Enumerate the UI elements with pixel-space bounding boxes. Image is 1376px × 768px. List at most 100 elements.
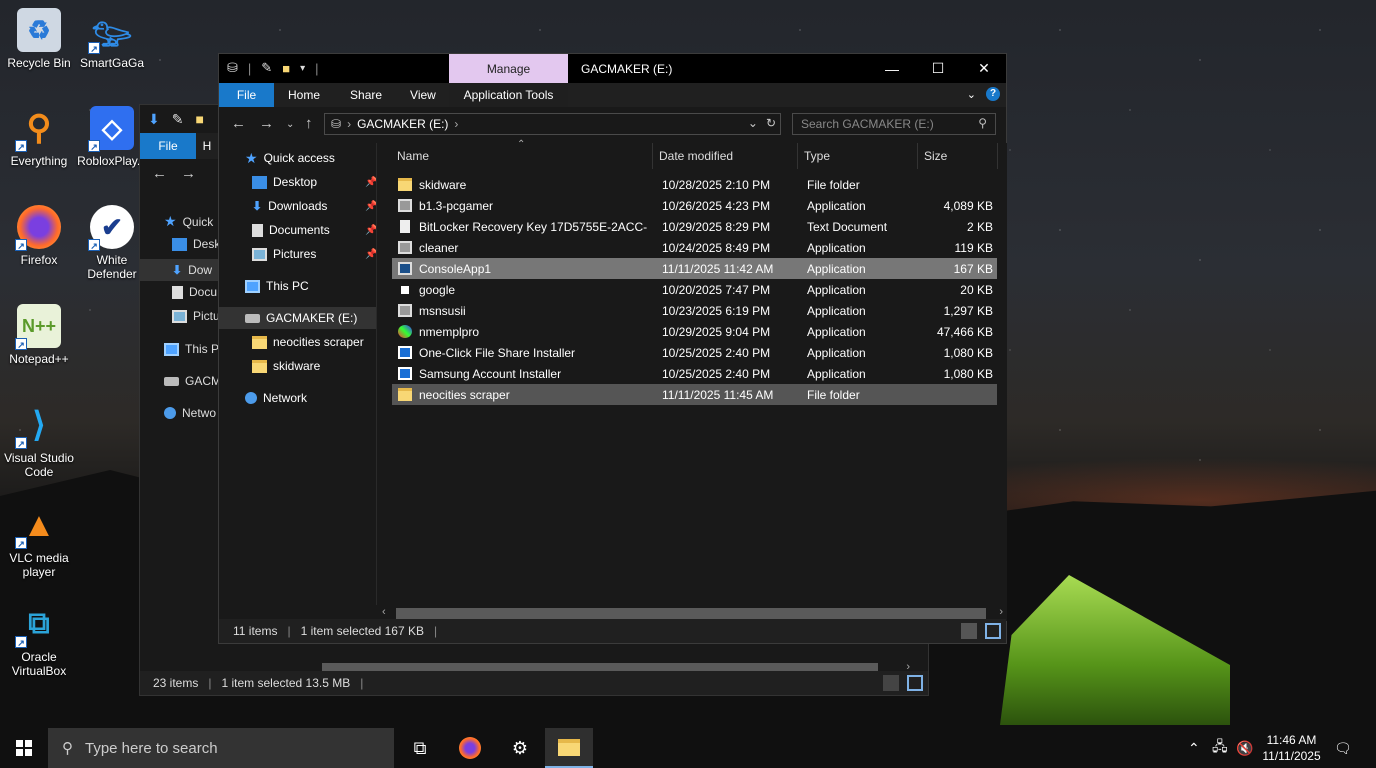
file-row-skidware[interactable]: skidware 10/28/2025 2:10 PM File folder <box>392 174 997 195</box>
details-view-icon[interactable] <box>883 675 899 691</box>
up-arrow-icon[interactable]: ↑ <box>305 115 313 132</box>
show-hidden-icons[interactable]: ⌃ <box>1188 728 1200 768</box>
installer-icon <box>398 367 412 380</box>
taskbar-search-box[interactable]: ⚲ Type here to search <box>48 728 394 768</box>
desktop-icon-vlc[interactable]: ▲ ↗ VLC media player <box>0 503 78 580</box>
clock-date: 11/11/2025 <box>1262 749 1321 763</box>
forward-arrow-icon[interactable]: → <box>181 165 196 182</box>
address-dropdown-icon[interactable]: ⌄ <box>748 116 758 130</box>
customize-toolbar-icon[interactable]: ▾ <box>300 63 305 74</box>
column-header-date[interactable]: Date modified <box>653 143 798 169</box>
file-row-one-click-installer[interactable]: One-Click File Share Installer 10/25/2025… <box>392 342 997 363</box>
scrollbar-thumb[interactable] <box>396 608 986 619</box>
desktop-icon-virtualbox[interactable]: ⧉ ↗ Oracle VirtualBox <box>0 602 78 678</box>
file-row-cleaner[interactable]: cleaner 10/24/2025 8:49 PM Application 119 … <box>392 237 997 258</box>
file-row-samsung-installer[interactable]: Samsung Account Installer 10/25/2025 2:40… <box>392 363 997 384</box>
nav-this-pc[interactable]: This PC <box>245 275 309 297</box>
details-view-icon[interactable] <box>961 623 977 639</box>
nav-label: Netwo <box>182 406 217 420</box>
tab-application-tools[interactable]: Application Tools <box>449 83 568 107</box>
new-folder-icon[interactable]: ■ <box>282 61 290 76</box>
recent-locations-icon[interactable]: ⌄ <box>286 119 294 130</box>
nav-documents[interactable]: Docu <box>172 285 217 299</box>
desktop-icon-recycle-bin[interactable]: ♻ Recycle Bin <box>0 8 78 70</box>
address-location[interactable]: GACMAKER (E:) <box>357 117 448 131</box>
taskbar-file-explorer[interactable] <box>545 728 593 768</box>
file-row-neocities-scraper[interactable]: neocities scraper 11/11/2025 11:45 AM File… <box>392 384 997 405</box>
volume-tray[interactable]: 🔇 <box>1236 728 1253 768</box>
nav-downloads[interactable]: ⬇ Downloads 📌 <box>252 195 377 217</box>
nav-gacmaker[interactable]: GACM <box>164 374 221 388</box>
network-tray[interactable]: 🖧 <box>1212 728 1228 768</box>
title-bar[interactable]: ⛁ | ✎ ■ ▾ | Manage GACMAKER (E:) — ☐ ✕ <box>219 54 1006 83</box>
file-tab[interactable]: File <box>140 133 196 159</box>
address-bar[interactable]: ⛁ › GACMAKER (E:) › ⌄ ↻ <box>324 113 781 135</box>
column-header-size[interactable]: Size <box>918 143 998 169</box>
tab-home[interactable]: Home <box>274 83 336 107</box>
maximize-button[interactable]: ☐ <box>915 54 961 83</box>
minimize-button[interactable]: — <box>869 54 915 83</box>
file-row-nmemplpro[interactable]: nmemplpro 10/29/2025 9:04 PM Application 47… <box>392 321 997 342</box>
file-row-msnsusii[interactable]: msnsusii 10/23/2025 6:19 PM Application 1,2… <box>392 300 997 321</box>
help-icon[interactable]: ? <box>986 87 1000 101</box>
nav-desktop[interactable]: Desktop 📌 <box>252 171 377 193</box>
nav-gacmaker[interactable]: GACMAKER (E:) <box>219 307 376 329</box>
refresh-icon[interactable]: ↻ <box>766 116 776 130</box>
desktop-icon-notepadpp[interactable]: N++ ↗ Notepad++ <box>0 304 78 366</box>
properties-icon[interactable]: ✎ <box>261 60 272 76</box>
taskbar-settings[interactable]: ⚙ <box>496 728 544 768</box>
file-date: 10/28/2025 2:10 PM <box>662 177 771 192</box>
nav-network[interactable]: Netwo <box>164 406 216 420</box>
nav-pictures[interactable]: Pictu <box>172 309 220 323</box>
nav-downloads[interactable]: ⬇ Dow <box>140 259 218 281</box>
nav-documents[interactable]: Documents 📌 <box>252 219 377 241</box>
back-arrow-icon[interactable]: ← <box>231 115 246 132</box>
expand-ribbon-icon[interactable]: ⌄ <box>967 88 976 101</box>
file-type: Text Document <box>807 219 888 234</box>
close-button[interactable]: ✕ <box>961 54 1007 83</box>
file-size: 1,297 KB <box>943 303 993 318</box>
desktop-icon-everything[interactable]: ⚲ ↗ Everything <box>0 106 78 168</box>
notification-icon: 🗨 <box>1334 739 1352 756</box>
desktop-icon-firefox[interactable]: ↗ Firefox <box>0 205 78 267</box>
tab-file[interactable]: File <box>219 83 274 107</box>
nav-quick-access[interactable]: ★ Quick <box>164 213 213 230</box>
forward-arrow-icon[interactable]: → <box>259 115 274 132</box>
nav-desktop[interactable]: Desk <box>172 237 220 251</box>
home-tab[interactable]: H <box>196 133 218 159</box>
scroll-left-icon[interactable]: ‹ <box>382 606 386 618</box>
tab-share[interactable]: Share <box>336 83 396 107</box>
task-view-button[interactable]: ⧉ <box>396 728 444 768</box>
back-arrow-icon[interactable]: ← <box>152 165 167 182</box>
nav-pictures[interactable]: Pictures 📌 <box>252 243 377 265</box>
nav-network[interactable]: Network <box>245 387 307 409</box>
column-header-name[interactable]: Name ⌃ <box>377 139 653 169</box>
tab-view[interactable]: View <box>396 83 450 107</box>
nav-neocities-scraper[interactable]: neocities scraper <box>252 331 364 353</box>
column-header-type[interactable]: Type <box>798 143 918 169</box>
desktop-icon-vscode[interactable]: ⟩ ↗ Visual Studio Code <box>0 403 78 479</box>
clock[interactable]: 11:46 AM 11/11/2025 <box>1254 732 1329 764</box>
file-row-bitlocker-key[interactable]: BitLocker Recovery Key 17D5755E-2ACC-...… <box>392 216 997 237</box>
notification-center-button[interactable]: 🗨 <box>1334 728 1352 768</box>
file-row-b13-pcgamer[interactable]: b1.3-pcgamer 10/26/2025 4:23 PM Applicatio… <box>392 195 997 216</box>
nav-skidware[interactable]: skidware <box>252 355 320 377</box>
desktop-icon-label: Visual Studio Code <box>4 451 74 479</box>
large-icons-view-icon[interactable] <box>907 675 923 691</box>
search-input[interactable]: Search GACMAKER (E:) ⚲ <box>792 113 996 135</box>
file-row-google[interactable]: google 10/20/2025 7:47 PM Application 20 KB <box>392 279 997 300</box>
explorer-window[interactable]: ⛁ | ✎ ■ ▾ | Manage GACMAKER (E:) — ☐ ✕ F… <box>218 53 1007 644</box>
scroll-right-icon[interactable]: › <box>999 606 1003 618</box>
manage-contextual-tab[interactable]: Manage <box>449 54 568 83</box>
file-row-consoleapp1[interactable]: ConsoleApp1 11/11/2025 11:42 AM Applicatio… <box>392 258 997 279</box>
large-icons-view-icon[interactable] <box>985 623 1001 639</box>
desktop-icon-smartgaga[interactable]: 𓅰 ↗ SmartGaGa <box>73 8 151 70</box>
taskbar-firefox[interactable] <box>446 728 494 768</box>
desktop-icon-label: Everything <box>10 154 68 168</box>
nav-label: This PC <box>266 279 309 293</box>
nav-label: Quick access <box>263 151 335 165</box>
nav-this-pc[interactable]: This P <box>164 342 219 356</box>
sort-ascending-icon: ⌃ <box>517 139 526 150</box>
start-button[interactable] <box>0 728 48 768</box>
nav-quick-access[interactable]: ★ Quick access <box>245 147 335 169</box>
